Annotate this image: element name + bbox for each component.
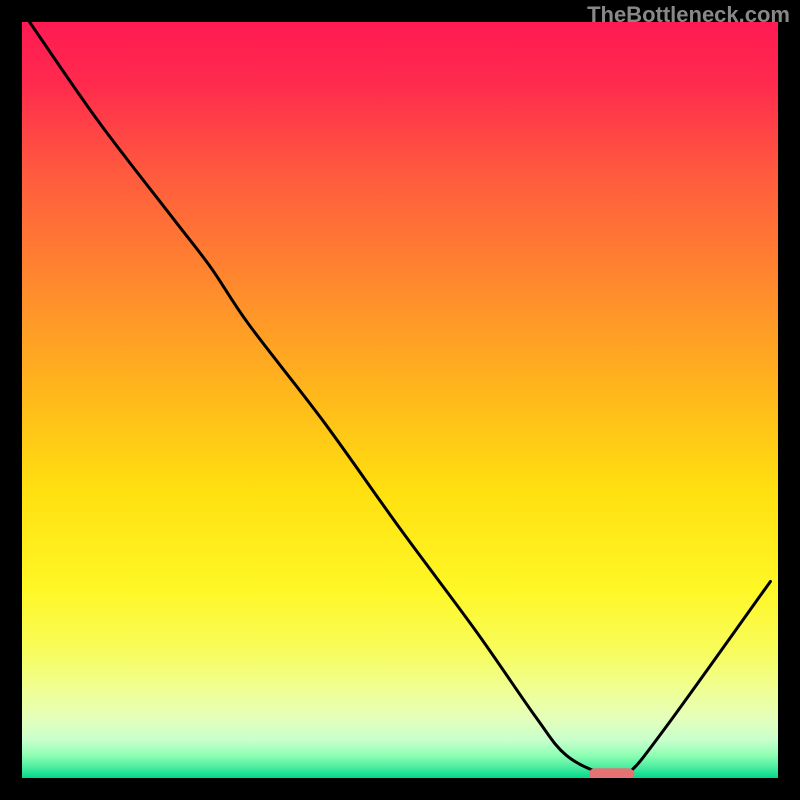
watermark-text: TheBottleneck.com	[587, 2, 790, 28]
gradient-background	[22, 22, 778, 778]
plot-area	[22, 22, 778, 778]
chart-container: TheBottleneck.com	[0, 0, 800, 800]
bottleneck-chart	[22, 22, 778, 778]
minimum-marker	[589, 768, 634, 778]
